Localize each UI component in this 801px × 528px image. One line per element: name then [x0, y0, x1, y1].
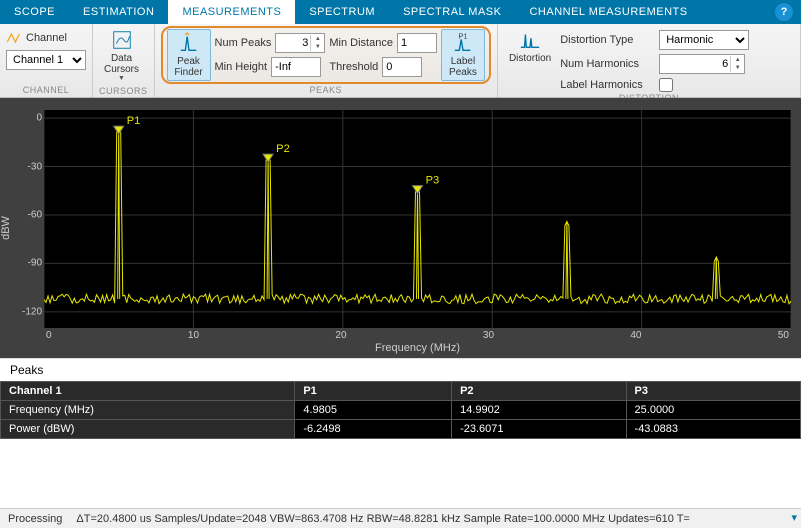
tab-scope[interactable]: SCOPE [0, 0, 69, 24]
tab-bar: SCOPE ESTIMATION MEASUREMENTS SPECTRUM S… [0, 0, 801, 24]
svg-text:P1: P1 [458, 32, 467, 40]
threshold-label: Threshold [329, 61, 378, 73]
group-distortion: Distortion Distortion Type Harmonic Num … [498, 24, 801, 97]
status-state: Processing [8, 513, 62, 525]
y-tick: -30 [18, 161, 42, 172]
channel-label: Channel [26, 32, 67, 44]
spectrum-plot[interactable]: dBW 0 -30 -60 -90 -120 P1 P2 P3 0 10 20 30 40 50 Fr… [0, 98, 801, 358]
x-tick: 40 [630, 330, 641, 341]
table-cell: -23.6071 [452, 420, 626, 439]
data-cursors-button[interactable]: Data Cursors ▼ [99, 26, 144, 85]
svg-text:P2: P2 [276, 143, 290, 155]
min-distance-input[interactable] [397, 33, 437, 53]
num-peaks-label: Num Peaks [215, 37, 272, 49]
group-label-peaks: PEAKS [161, 84, 491, 97]
x-tick: 30 [483, 330, 494, 341]
tab-spectral-mask[interactable]: SPECTRAL MASK [389, 0, 515, 24]
x-tick: 20 [335, 330, 346, 341]
num-harmonics-label: Num Harmonics [560, 58, 655, 70]
y-tick: -120 [18, 306, 42, 317]
num-peaks-input[interactable]: ▲▼ [275, 33, 325, 53]
channel-icon [6, 30, 22, 46]
peaks-table: Channel 1P1P2P3 Frequency (MHz)4.980514.… [0, 381, 801, 439]
table-cell: 25.0000 [626, 401, 800, 420]
x-tick: 50 [778, 330, 789, 341]
group-channel: Channel Channel 1 CHANNEL [0, 24, 93, 97]
label-harmonics-checkbox[interactable] [659, 78, 673, 92]
status-bar: Processing ΔT=20.4800 us Samples/Update=… [0, 508, 801, 528]
channel-select[interactable]: Channel 1 [6, 50, 86, 70]
svg-text:P1: P1 [127, 115, 141, 127]
tab-channel-measurements[interactable]: CHANNEL MEASUREMENTS [515, 0, 701, 24]
table-header: P1 [295, 382, 452, 401]
y-axis-label: dBW [0, 216, 12, 240]
distortion-type-select[interactable]: Harmonic [659, 30, 749, 50]
peaks-table-title: Peaks [0, 358, 801, 381]
distortion-icon [519, 29, 541, 51]
toolstrip: Channel Channel 1 CHANNEL Data Cursors ▼… [0, 24, 801, 98]
group-cursors: Data Cursors ▼ CURSORS [93, 24, 155, 97]
group-peaks: Peak Finder Num Peaks ▲▼ Min Height Min … [155, 24, 498, 97]
status-expand-icon[interactable]: ▾ [791, 511, 797, 524]
min-height-input[interactable] [271, 57, 321, 77]
tab-estimation[interactable]: ESTIMATION [69, 0, 168, 24]
peak-finder-button[interactable]: Peak Finder [167, 29, 211, 81]
tab-measurements[interactable]: MEASUREMENTS [168, 0, 295, 24]
x-tick: 0 [46, 330, 52, 341]
peak-finder-icon [178, 32, 200, 54]
table-header: Channel 1 [1, 382, 295, 401]
distortion-button[interactable]: Distortion [504, 26, 556, 67]
y-tick: 0 [18, 113, 42, 124]
x-tick: 10 [188, 330, 199, 341]
min-distance-label: Min Distance [329, 37, 393, 49]
svg-text:P3: P3 [426, 175, 440, 187]
table-cell: 14.9902 [452, 401, 626, 420]
table-header: P2 [452, 382, 626, 401]
y-tick: -60 [18, 209, 42, 220]
cursors-icon [111, 29, 133, 51]
label-peaks-button[interactable]: P1 Label Peaks [441, 29, 485, 81]
group-label-cursors: CURSORS [99, 85, 148, 98]
x-axis-label: Frequency (MHz) [44, 342, 791, 354]
min-height-label: Min Height [215, 61, 268, 73]
label-harmonics-label: Label Harmonics [560, 79, 655, 91]
table-cell: -6.2498 [295, 420, 452, 439]
distortion-type-label: Distortion Type [560, 34, 655, 46]
threshold-input[interactable] [382, 57, 422, 77]
tab-spectrum[interactable]: SPECTRUM [295, 0, 389, 24]
group-label-channel: CHANNEL [6, 84, 86, 97]
num-harmonics-input[interactable]: ▲▼ [659, 54, 745, 74]
table-cell: -43.0883 [626, 420, 800, 439]
table-header: P3 [626, 382, 800, 401]
table-cell: 4.9805 [295, 401, 452, 420]
table-row-label: Frequency (MHz) [1, 401, 295, 420]
y-tick: -90 [18, 258, 42, 269]
label-peaks-icon: P1 [452, 32, 474, 54]
table-row-label: Power (dBW) [1, 420, 295, 439]
help-icon[interactable]: ? [775, 3, 793, 21]
